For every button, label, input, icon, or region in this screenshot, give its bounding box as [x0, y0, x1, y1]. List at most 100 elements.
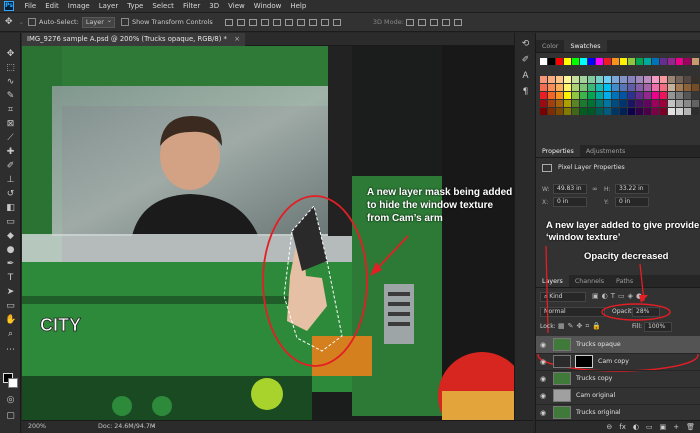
auto-select-dropdown[interactable]: Layer — [81, 16, 115, 28]
menu-item-filter[interactable]: Filter — [178, 2, 204, 10]
auto-align-icon[interactable] — [332, 18, 341, 26]
eye-icon[interactable]: ◉ — [540, 358, 546, 366]
brush-settings-icon[interactable]: ✐ — [520, 55, 531, 66]
show-transform-checkbox[interactable] — [120, 18, 129, 26]
layer-row[interactable]: ◉ Trucks opaque — [536, 336, 700, 354]
fill-field[interactable]: 100% — [644, 322, 672, 332]
distribute-icon[interactable] — [296, 18, 305, 26]
3d-mode-label: 3D Mode: — [372, 18, 404, 26]
city-logo: CITY — [40, 315, 81, 335]
layers-footer-icons: ⊖ fx ◐ ▭ ▣ + 🗑 — [606, 423, 695, 431]
eye-icon[interactable]: ◉ — [540, 409, 546, 417]
align-bottom-icon[interactable] — [284, 18, 293, 26]
layer-name: Trucks opaque — [576, 341, 621, 348]
healing-tool-icon[interactable]: ✚ — [5, 147, 16, 158]
frame-tool-icon[interactable]: ⊠ — [5, 119, 16, 130]
eye-icon[interactable]: ◉ — [540, 341, 546, 349]
menu-item-layer[interactable]: Layer — [94, 2, 123, 10]
menu-item-window[interactable]: Window — [249, 2, 286, 10]
history-brush-tool-icon[interactable]: ↺ — [5, 189, 16, 200]
3d-roll-icon[interactable] — [417, 18, 426, 26]
layers-footer-icon[interactable]: ▣ — [660, 423, 667, 431]
menu-item-help[interactable]: Help — [286, 2, 311, 10]
3d-rotate-icon[interactable] — [405, 18, 414, 26]
document-tab-title: IMG_9276 sample A.psd @ 200% (Trucks opa… — [27, 35, 227, 43]
eraser-tool-icon[interactable]: ◧ — [5, 203, 16, 214]
status-arrow[interactable]: › — [152, 421, 155, 433]
layer-thumbnail — [553, 355, 571, 368]
zoom-tool-icon[interactable]: ⌕ — [5, 329, 16, 340]
layers-footer-icon[interactable]: fx — [619, 423, 626, 431]
path-select-tool-icon[interactable]: ➤ — [5, 287, 16, 298]
document-tab-bar: IMG_9276 sample A.psd @ 200% (Trucks opa… — [22, 33, 533, 46]
quick-select-tool-icon[interactable]: ✎ — [5, 91, 16, 102]
auto-select-checkbox[interactable] — [28, 18, 36, 26]
crop-tool-icon[interactable]: ⌗ — [5, 105, 16, 116]
lock-label: Lock: — [540, 323, 556, 330]
brush-tool-icon[interactable]: ✐ — [5, 161, 16, 172]
history-icon[interactable]: ⟲ — [520, 39, 531, 50]
character-icon[interactable]: A — [520, 71, 531, 82]
eye-icon[interactable]: ◉ — [540, 392, 546, 400]
distribute-v-icon[interactable] — [320, 18, 329, 26]
menu-item-file[interactable]: File — [20, 2, 41, 10]
3d-scale-icon[interactable] — [453, 18, 462, 26]
more-tools-icon[interactable]: ⋯ — [5, 345, 16, 356]
align-right-icon[interactable] — [248, 18, 257, 26]
dodge-tool-icon[interactable]: ● — [5, 245, 16, 256]
layer-name: Cam original — [576, 392, 616, 399]
background-color-swatch[interactable] — [8, 378, 18, 388]
menu-item-view[interactable]: View — [224, 2, 250, 10]
shape-tool-icon[interactable]: ▭ — [5, 301, 16, 312]
screen-mode-icon[interactable]: ▢ — [5, 411, 16, 422]
layer-name: Cam copy — [598, 358, 629, 365]
type-tool-icon[interactable]: T — [5, 273, 16, 284]
zoom-level[interactable]: 200% — [28, 421, 46, 433]
align-top-icon[interactable] — [260, 18, 269, 26]
quick-mask-icon[interactable]: ◎ — [5, 395, 16, 406]
menu-item-image[interactable]: Image — [63, 2, 94, 10]
menu-item-type[interactable]: Type — [123, 2, 148, 10]
hand-tool-icon[interactable]: ✋ — [5, 315, 16, 326]
lock-icons[interactable]: ▦✎✥⌗🔒 — [558, 322, 604, 331]
layers-footer-icon[interactable]: ▭ — [646, 423, 653, 431]
menu-item-edit[interactable]: Edit — [41, 2, 64, 10]
document-canvas[interactable]: CITY A new layer mask being added to hid… — [22, 46, 533, 420]
layers-footer-icon[interactable]: ⊖ — [606, 423, 612, 431]
eye-icon[interactable]: ◉ — [540, 375, 546, 383]
move-tool-icon[interactable]: ✥ — [5, 17, 13, 27]
close-document-icon[interactable]: × — [234, 33, 240, 46]
tools-panel: ✥ ⬚ ∿ ✎ ⌗ ⊠ ⟋ ✚ ✐ ⊥ ↺ ◧ ▭ ◆ ● ✒ T ➤ ▭ ✋ … — [0, 33, 21, 433]
document-tab[interactable]: IMG_9276 sample A.psd @ 200% (Trucks opa… — [22, 33, 245, 46]
menu-item-select[interactable]: Select — [148, 2, 179, 10]
gradient-tool-icon[interactable]: ▭ — [5, 217, 16, 228]
align-left-icon[interactable] — [224, 18, 233, 26]
3d-pan-icon[interactable] — [429, 18, 438, 26]
marquee-tool-icon[interactable]: ⬚ — [5, 63, 16, 74]
layer-row[interactable]: ◉ Trucks copy — [536, 370, 700, 388]
layer-row[interactable]: ◉ Cam copy — [536, 353, 700, 371]
status-bar: 200% Doc: 24.6M/94.7M › — [22, 420, 533, 433]
paragraph-icon[interactable]: ¶ — [520, 87, 531, 98]
layer-thumbnail — [553, 372, 571, 385]
move-tool-icon[interactable]: ✥ — [5, 49, 16, 60]
auto-select-label: Auto-Select: — [39, 18, 79, 26]
pen-tool-icon[interactable]: ✒ — [5, 259, 16, 270]
align-middle-icon[interactable] — [272, 18, 281, 26]
layer-row[interactable]: ◉ Cam original — [536, 387, 700, 405]
layers-footer-icon[interactable]: ◐ — [633, 423, 639, 431]
layers-footer-icon[interactable]: 🗑 — [686, 423, 695, 431]
fill-label: Fill: — [632, 323, 643, 330]
panel-icon-strip: ⟲ ✐ A ¶ — [514, 33, 534, 420]
layer-thumbnail — [553, 406, 571, 419]
3d-slide-icon[interactable] — [441, 18, 450, 26]
align-center-icon[interactable] — [236, 18, 245, 26]
eyedropper-tool-icon[interactable]: ⟋ — [5, 133, 16, 144]
stamp-tool-icon[interactable]: ⊥ — [5, 175, 16, 186]
blur-tool-icon[interactable]: ◆ — [5, 231, 16, 242]
menu-item-3d[interactable]: 3D — [205, 2, 224, 10]
layer-mask-thumbnail[interactable] — [575, 355, 593, 368]
distribute-h-icon[interactable] — [308, 18, 317, 26]
layers-footer-icon[interactable]: + — [673, 423, 679, 431]
lasso-tool-icon[interactable]: ∿ — [5, 77, 16, 88]
